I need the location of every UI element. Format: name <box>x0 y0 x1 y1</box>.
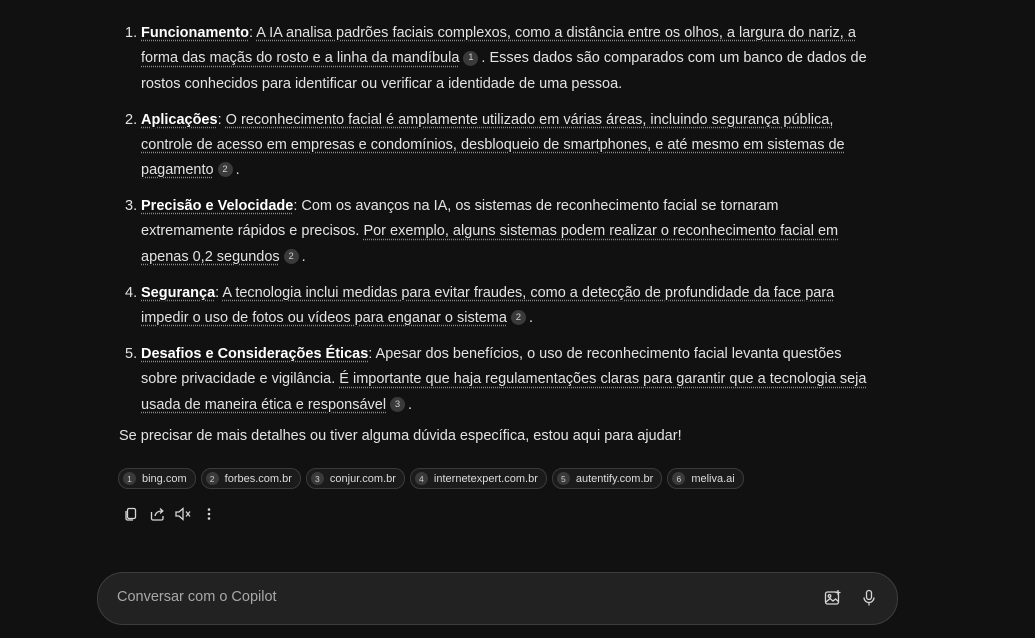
list-item: 5. Desafios e Considerações Éticas: Apes… <box>125 342 871 418</box>
item-tail: . <box>235 162 240 179</box>
copy-icon[interactable] <box>121 504 141 524</box>
item-term[interactable]: Precisão e Velocidade <box>141 198 293 214</box>
read-aloud-icon[interactable] <box>173 504 193 524</box>
microphone-icon[interactable] <box>858 587 880 609</box>
citation-badge[interactable]: 2 <box>217 162 233 178</box>
list-number: 2. <box>125 111 138 128</box>
citation-badge[interactable]: 1 <box>463 50 479 66</box>
cited-text[interactable]: O reconhecimento facial é amplamente uti… <box>141 112 845 179</box>
item-term[interactable]: Segurança <box>141 285 215 301</box>
list-number: 3. <box>125 198 138 215</box>
source-chip[interactable]: 6 meliva.ai <box>667 468 744 489</box>
source-chip[interactable]: 1 bing.com <box>118 468 196 489</box>
item-tail: . <box>528 310 533 327</box>
source-chip[interactable]: 5 autentify.com.br <box>551 468 663 489</box>
source-label: conjur.com.br <box>329 472 396 485</box>
source-number: 4 <box>414 472 428 485</box>
message-actions <box>121 504 219 524</box>
list-item: 4. Segurança: A tecnologia inclui medida… <box>125 281 871 332</box>
list-item: 2. Aplicações: O reconhecimento facial é… <box>125 108 871 184</box>
list-item: 3. Precisão e Velocidade: Com os avanços… <box>125 194 871 270</box>
list-item: 1. Funcionamento: A IA analisa padrões f… <box>125 21 871 97</box>
more-options-icon[interactable] <box>199 504 219 524</box>
item-term[interactable]: Aplicações <box>141 112 218 128</box>
source-chip[interactable]: 3 conjur.com.br <box>305 468 405 489</box>
chat-composer[interactable]: Conversar com o Copilot <box>97 572 898 625</box>
source-label: autentify.com.br <box>575 472 654 485</box>
source-chips: 1 bing.com 2 forbes.com.br 3 conjur.com.br … <box>118 468 744 489</box>
citation-badge[interactable]: 3 <box>390 396 406 412</box>
share-icon[interactable] <box>147 504 167 524</box>
source-label: forbes.com.br <box>224 472 292 485</box>
source-chip[interactable]: 4 internetexpert.com.br <box>409 468 547 489</box>
item-lead: : <box>217 111 226 128</box>
citation-badge[interactable]: 2 <box>283 249 299 264</box>
source-chip[interactable]: 2 forbes.com.br <box>200 468 301 489</box>
source-number: 5 <box>556 472 570 485</box>
list-number: 5. <box>125 346 138 363</box>
list-number: 4. <box>125 284 138 301</box>
response-list: 1. Funcionamento: A IA analisa padrões f… <box>125 21 871 429</box>
image-upload-icon[interactable] <box>822 587 844 609</box>
item-term[interactable]: Funcionamento <box>141 25 249 41</box>
source-number: 6 <box>672 472 686 485</box>
source-label: internetexpert.com.br <box>433 472 538 485</box>
source-number: 3 <box>310 472 324 485</box>
source-label: meliva.ai <box>691 472 735 485</box>
cited-text[interactable]: A tecnologia inclui medidas para evitar … <box>141 285 834 326</box>
item-tail: . <box>301 248 306 265</box>
composer-placeholder: Conversar com o Copilot <box>117 589 277 605</box>
source-number: 2 <box>205 472 219 485</box>
closing-text: Se precisar de mais detalhes ou tiver al… <box>119 428 682 444</box>
citation-badge[interactable]: 2 <box>510 310 526 326</box>
source-label: bing.com <box>142 472 187 485</box>
item-tail: . <box>408 396 413 413</box>
list-number: 1. <box>125 25 138 41</box>
item-term[interactable]: Desafios e Considerações Éticas <box>141 346 368 362</box>
source-number: 1 <box>123 472 136 485</box>
